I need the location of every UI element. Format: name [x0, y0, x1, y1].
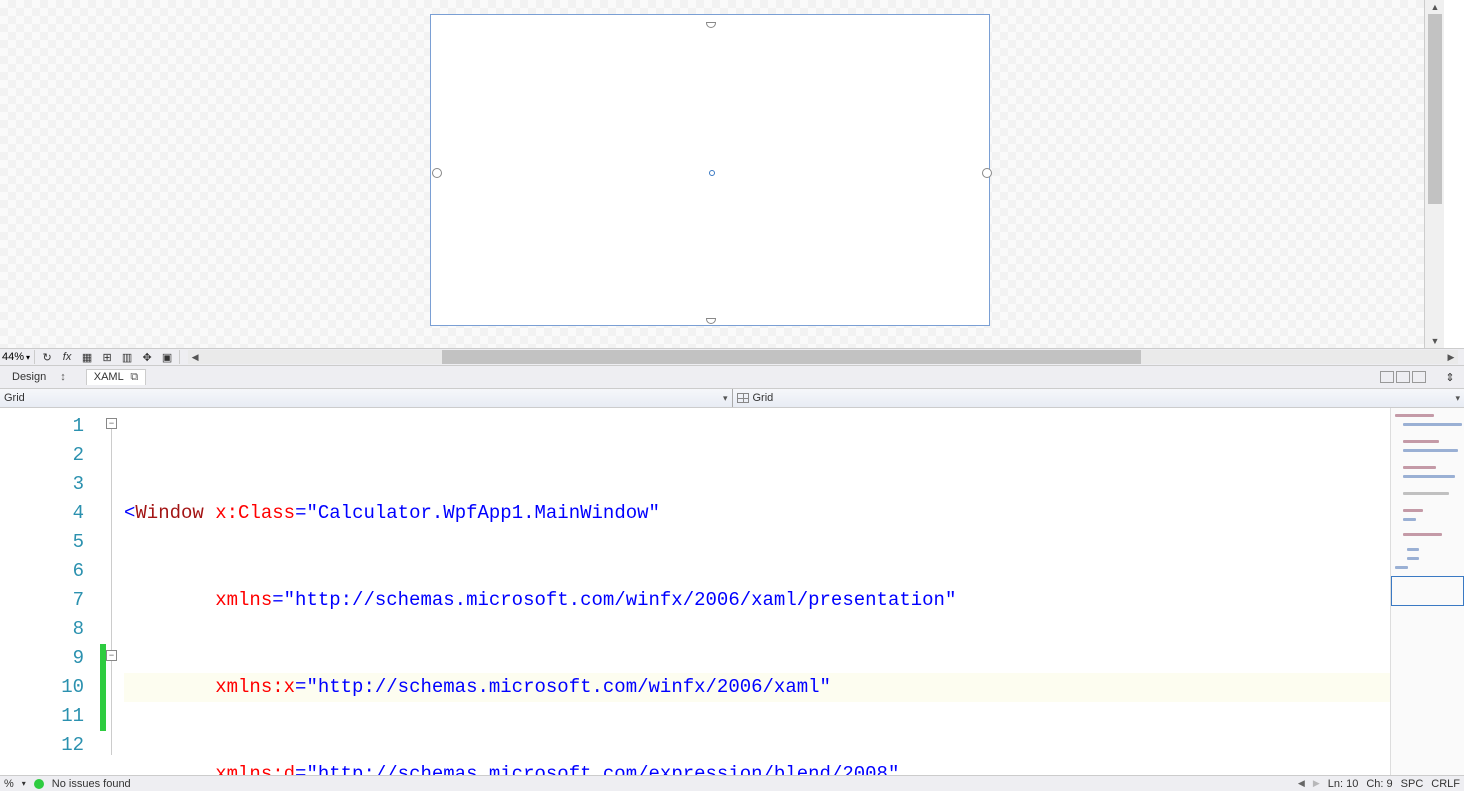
breadcrumb-right-label: Grid	[753, 392, 774, 404]
line-number-gutter: 1 2 3 4 5 6 7 8 9 10 11 12	[0, 408, 100, 775]
refresh-button[interactable]: ↻	[39, 349, 55, 365]
code-editor[interactable]: 1 2 3 4 5 6 7 8 9 10 11 12 − − <Window x…	[0, 408, 1464, 775]
swap-panes-icon[interactable]: ↕	[60, 371, 66, 383]
layout-horizontal-icon[interactable]	[1396, 371, 1410, 383]
indent-mode[interactable]: SPC	[1401, 778, 1424, 790]
split-resize-icon[interactable]: ⇕	[1440, 369, 1460, 385]
chevron-down-icon: ▾	[26, 353, 30, 362]
status-ok-icon	[34, 779, 44, 789]
hscroll-thumb[interactable]	[442, 350, 1140, 364]
nav-back-icon[interactable]: ◀	[1298, 778, 1305, 789]
zoom-combo[interactable]: 44% ▾	[2, 351, 30, 363]
scroll-down-icon[interactable]: ▼	[1425, 334, 1444, 348]
scroll-right-icon[interactable]: ▶	[1444, 350, 1458, 364]
scroll-left-icon[interactable]: ◀	[188, 350, 202, 364]
resize-handle-left[interactable]	[432, 168, 442, 178]
outline-column: − −	[106, 408, 124, 775]
code-text-area[interactable]: <Window x:Class="Calculator.WpfApp1.Main…	[124, 408, 1390, 775]
line-ending[interactable]: CRLF	[1431, 778, 1460, 790]
move-button[interactable]: ✥	[139, 349, 155, 365]
issues-label[interactable]: No issues found	[52, 778, 131, 790]
view-tab-bar: Design ↕ XAML ⧉ ⇕	[0, 366, 1464, 388]
chevron-down-icon[interactable]: ▾	[22, 779, 26, 788]
layout-vertical-icon[interactable]	[1380, 371, 1394, 383]
tab-xaml-label: XAML	[94, 371, 124, 383]
designer-horizontal-scrollbar[interactable]: ◀ ▶	[188, 350, 1458, 364]
breadcrumb-left[interactable]: Grid ▾	[0, 389, 733, 407]
grid-toggle-button[interactable]: ▦	[79, 349, 95, 365]
snap-toggle-button[interactable]: ⊞	[99, 349, 115, 365]
zoom-pct[interactable]: %	[4, 778, 14, 790]
cursor-line: Ln: 10	[1328, 778, 1359, 790]
popout-icon[interactable]: ⧉	[130, 371, 138, 383]
breadcrumb-left-label: Grid	[4, 392, 25, 404]
breadcrumb-right[interactable]: Grid ▾	[733, 389, 1464, 407]
scroll-up-icon[interactable]: ▲	[1425, 0, 1444, 14]
collapse-toggle[interactable]: −	[106, 418, 117, 429]
scroll-thumb[interactable]	[1428, 14, 1442, 204]
snaplines-button[interactable]: ▥	[119, 349, 135, 365]
status-bar: % ▾ No issues found ◀ ▶ Ln: 10 Ch: 9 SPC…	[0, 775, 1464, 791]
collapse-toggle[interactable]: −	[106, 650, 117, 661]
designer-vertical-scrollbar[interactable]: ▲ ▼	[1424, 0, 1444, 348]
code-minimap[interactable]	[1390, 408, 1464, 775]
designer-toolbar: 44% ▾ ↻ fx ▦ ⊞ ▥ ✥ ▣ ◀ ▶	[0, 348, 1464, 366]
resize-handle-right[interactable]	[982, 168, 992, 178]
layout-collapse-icon[interactable]	[1412, 371, 1426, 383]
element-breadcrumb-bar: Grid ▾ Grid ▾	[0, 388, 1464, 408]
effects-button[interactable]: fx	[59, 349, 75, 365]
tab-xaml[interactable]: XAML ⧉	[86, 369, 146, 385]
nav-fwd-icon[interactable]: ▶	[1313, 778, 1320, 789]
center-handle[interactable]	[709, 170, 715, 176]
options-button[interactable]: ▣	[159, 349, 175, 365]
cursor-col: Ch: 9	[1366, 778, 1392, 790]
chevron-down-icon[interactable]: ▾	[723, 393, 728, 404]
grid-icon	[737, 393, 749, 403]
tab-design[interactable]: Design	[4, 369, 54, 385]
minimap-viewport[interactable]	[1391, 576, 1464, 606]
designer-surface[interactable]: MainWindow ▲ ▼	[0, 0, 1444, 348]
chevron-down-icon[interactable]: ▾	[1455, 393, 1460, 404]
zoom-value: 44%	[2, 351, 24, 363]
